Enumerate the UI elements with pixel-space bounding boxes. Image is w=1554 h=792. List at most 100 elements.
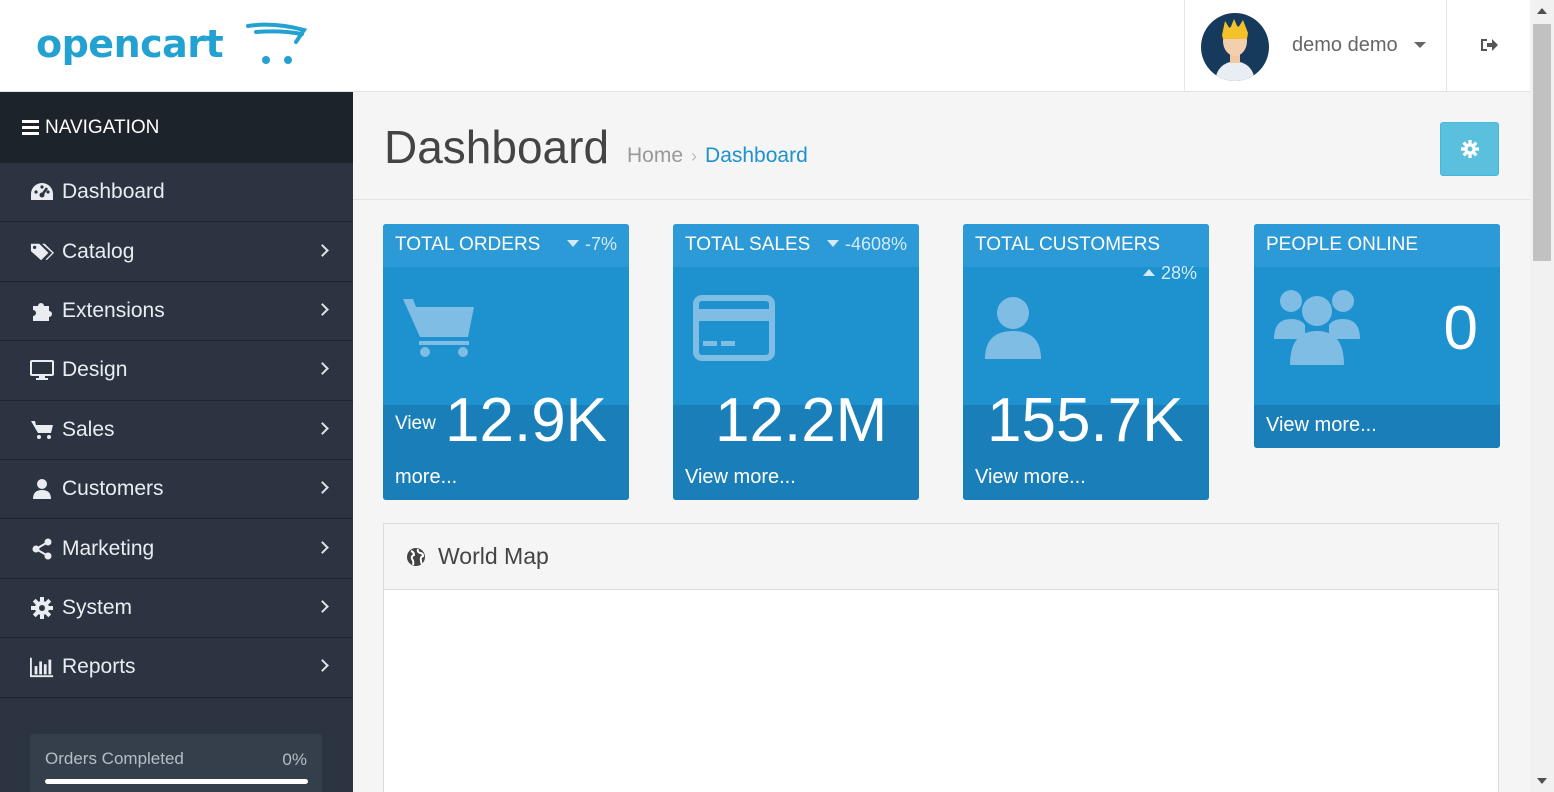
view-more-link[interactable]: View more...: [1266, 414, 1377, 437]
tile-change-value: 28%: [1160, 263, 1197, 283]
total-sales-tile: TOTAL SALES -4608% 12.2M View more...: [673, 224, 919, 500]
sidebar-item-label: Catalog: [62, 239, 135, 263]
page-header: Dashboard Home › Dashboard: [353, 92, 1530, 200]
tile-change-value: -7%: [584, 234, 617, 254]
sign-out-icon: [1481, 39, 1498, 51]
chevron-right-icon: [316, 243, 329, 257]
logo-cart-icon: [246, 22, 308, 64]
tile-body: 0: [1254, 267, 1500, 405]
progress-value: 0%: [282, 750, 307, 769]
sidebar-item-dashboard[interactable]: Dashboard: [0, 163, 353, 223]
view-more-link[interactable]: View: [395, 413, 436, 435]
sidebar-item-sales[interactable]: Sales: [0, 401, 353, 460]
breadcrumb-home[interactable]: Home: [627, 144, 683, 167]
user-icon: [30, 477, 54, 501]
tile-change: -7%: [566, 234, 617, 255]
panel-title: World Map: [438, 543, 549, 569]
sidebar-item-design[interactable]: Design: [0, 341, 353, 401]
avatar[interactable]: [1201, 13, 1269, 81]
globe-icon: [407, 547, 425, 566]
bar-chart-icon: [30, 655, 54, 679]
share-icon: [30, 537, 54, 561]
tile-value: 12.9K: [445, 386, 608, 455]
view-more-link[interactable]: more...: [395, 466, 457, 489]
caret-down-icon: [566, 240, 579, 247]
scrollbar-thumb[interactable]: [1533, 24, 1551, 261]
bars-icon: [22, 117, 39, 138]
progress-bar: [45, 779, 308, 784]
main-content: Dashboard Home › Dashboard TOTAL ORDERS -7…: [353, 92, 1530, 792]
sidebar-item-label: System: [62, 595, 133, 619]
people-online-tile: PEOPLE ONLINE 0 View more...: [1254, 224, 1500, 448]
tile-title: PEOPLE ONLINE: [1266, 234, 1419, 255]
user-icon: [985, 297, 1041, 359]
caret-down-icon: [826, 240, 839, 247]
tile-change: -4608%: [826, 234, 907, 255]
total-customers-tile: TOTAL CUSTOMERS 28% 155.7K View more...: [963, 224, 1209, 500]
view-more-link[interactable]: View more...: [975, 466, 1086, 489]
navigation-heading-label: NAVIGATION: [45, 116, 160, 138]
users-icon: [1274, 290, 1360, 365]
tile-header: PEOPLE ONLINE: [1254, 224, 1500, 267]
user-menu[interactable]: demo demo: [1184, 0, 1446, 91]
chevron-right-icon: [316, 481, 329, 495]
breadcrumb-current[interactable]: Dashboard: [705, 144, 808, 167]
breadcrumb-separator: ›: [691, 146, 698, 166]
orders-completed-widget: Orders Completed 0%: [30, 734, 322, 792]
sidebar-item-label: Extensions: [62, 298, 165, 322]
chevron-right-icon: [316, 303, 329, 316]
cog-icon: [30, 596, 54, 620]
logout-button[interactable]: [1446, 0, 1530, 91]
tile-value: 155.7K: [987, 386, 1184, 455]
breadcrumb: Home › Dashboard: [627, 144, 808, 168]
chevron-right-icon: [316, 600, 329, 613]
tile-footer: View more...: [1254, 405, 1500, 448]
tile-title: TOTAL ORDERS: [395, 234, 541, 255]
total-orders-tile: TOTAL ORDERS -7% View 12.9K more...: [383, 224, 629, 500]
navigation-heading[interactable]: NAVIGATION: [0, 92, 353, 163]
user-name[interactable]: demo demo: [1292, 34, 1398, 57]
top-header: opencart demo demo: [0, 0, 1530, 92]
shopping-cart-icon: [403, 299, 474, 357]
puzzle-icon: [30, 299, 54, 323]
sidebar-item-customers[interactable]: Customers: [0, 460, 353, 520]
cart-icon: [30, 418, 54, 442]
view-more-link[interactable]: View more...: [685, 466, 796, 489]
sidebar-item-catalog[interactable]: Catalog: [0, 222, 353, 282]
credit-card-icon: [693, 295, 775, 361]
progress-label: Orders Completed: [45, 749, 184, 768]
tile-header: TOTAL ORDERS -7%: [383, 224, 629, 267]
tile-value: 12.2M: [715, 386, 888, 455]
logo-text: opencart: [36, 22, 224, 66]
sidebar-item-marketing[interactable]: Marketing: [0, 519, 353, 579]
cog-icon: [1460, 140, 1479, 158]
chevron-down-icon[interactable]: [1414, 42, 1426, 48]
tile-title: TOTAL SALES: [685, 234, 811, 255]
monitor-icon: [30, 358, 54, 382]
tile-footer: 12.2M View more...: [673, 386, 919, 500]
scroll-down-icon[interactable]: [1537, 778, 1547, 784]
sidebar-item-reports[interactable]: Reports: [0, 638, 353, 698]
sidebar-item-extensions[interactable]: Extensions: [0, 282, 353, 342]
tile-footer: 155.7K View more...: [963, 386, 1209, 500]
tile-change-value: -4608%: [844, 234, 907, 254]
tile-value: 0: [1443, 294, 1478, 363]
sidebar-item-label: Sales: [62, 417, 115, 441]
sidebar-item-label: Design: [62, 358, 128, 382]
opencart-logo[interactable]: opencart: [36, 20, 316, 76]
chevron-right-icon: [316, 362, 329, 376]
tile-header: TOTAL CUSTOMERS: [963, 224, 1209, 267]
scroll-up-icon[interactable]: [1537, 8, 1547, 14]
sidebar-item-label: Customers: [62, 477, 164, 501]
chevron-right-icon: [316, 659, 329, 673]
settings-button[interactable]: [1440, 122, 1499, 176]
dashboard-icon: [30, 180, 54, 204]
tile-title: TOTAL CUSTOMERS: [975, 234, 1161, 255]
tile-footer: View 12.9K more...: [383, 386, 629, 500]
world-map-panel: World Map: [383, 523, 1499, 792]
chevron-right-icon: [316, 540, 329, 554]
sidebar-item-label: Marketing: [62, 536, 155, 560]
sidebar-item-system[interactable]: System: [0, 579, 353, 639]
page-title: Dashboard: [384, 121, 610, 173]
page-scrollbar[interactable]: [1530, 0, 1554, 792]
